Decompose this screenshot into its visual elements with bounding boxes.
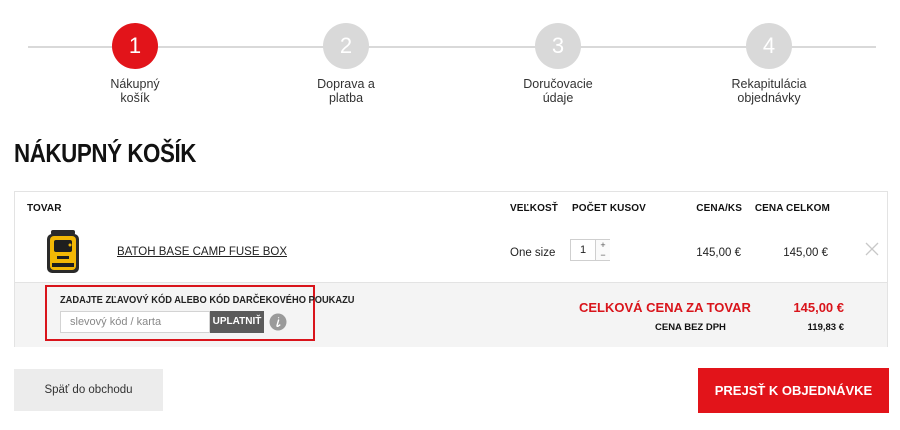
step-delivery-details[interactable]: 3 Doručovacie údaje: [488, 23, 628, 105]
total-price-value: 145,00 €: [793, 300, 844, 315]
step-shipping-payment[interactable]: 2 Doprava a platba: [276, 23, 416, 105]
backpack-product-image[interactable]: [45, 229, 81, 275]
proceed-to-order-button[interactable]: PREJSŤ K OBJEDNÁVKE: [698, 368, 889, 413]
product-size: One size: [510, 247, 556, 259]
header-size: VEĽKOSŤ: [510, 203, 558, 214]
header-unit-price: CENA/KS: [696, 203, 742, 214]
step-cart: 1 Nákupný košík: [65, 23, 205, 105]
header-product: TOVAR: [27, 203, 62, 214]
voucher-section: ZADAJTE ZĽAVOVÝ KÓD ALEBO KÓD DARČEKOVÉH…: [45, 285, 355, 341]
step-number-circle: 1: [112, 23, 158, 69]
cart-table: TOVAR VEĽKOSŤ POČET KUSOV CENA/KS CENA C…: [14, 191, 888, 347]
header-quantity: POČET KUSOV: [572, 203, 646, 214]
price-without-vat-label: CENA BEZ DPH: [655, 322, 726, 333]
header-total: CENA CELKOM: [754, 203, 830, 214]
step-label: Doprava a platba: [317, 77, 375, 105]
step-number-circle: 3: [535, 23, 581, 69]
step-order-summary[interactable]: 4 Rekapitulácia objednávky: [699, 23, 839, 105]
line-total: 145,00 €: [783, 247, 828, 259]
cart-footer: ZADAJTE ZĽAVOVÝ KÓD ALEBO KÓD DARČEKOVÉH…: [15, 282, 887, 347]
apply-voucher-button[interactable]: UPLATNIŤ: [210, 311, 264, 333]
step-label: Doručovacie údaje: [523, 77, 593, 105]
quantity-stepper: 1 + −: [570, 239, 610, 261]
step-number-circle: 2: [323, 23, 369, 69]
price-without-vat-value: 119,83 €: [807, 322, 844, 333]
step-number-circle: 4: [746, 23, 792, 69]
info-icon[interactable]: [269, 313, 287, 331]
page-title: NÁKUPNÝ KOŠÍK: [14, 138, 197, 168]
step-label: Rekapitulácia objednávky: [731, 77, 807, 105]
checkout-stepper: 1 Nákupný košík 2 Doprava a platba 3 Dor…: [0, 0, 900, 120]
voucher-label: ZADAJTE ZĽAVOVÝ KÓD ALEBO KÓD DARČEKOVÉH…: [60, 295, 355, 306]
total-price-label: CELKOVÁ CENA ZA TOVAR: [579, 300, 751, 315]
step-label: Nákupný košík: [110, 77, 160, 105]
unit-price: 145,00 €: [696, 247, 741, 259]
voucher-code-input[interactable]: [60, 311, 210, 333]
quantity-input[interactable]: 1: [571, 240, 595, 260]
quantity-decrease-button[interactable]: −: [595, 250, 610, 260]
product-name-link[interactable]: BATOH BASE CAMP FUSE BOX: [117, 246, 287, 258]
close-icon[interactable]: [865, 242, 879, 256]
back-to-shop-button[interactable]: Späť do obchodu: [14, 369, 163, 411]
